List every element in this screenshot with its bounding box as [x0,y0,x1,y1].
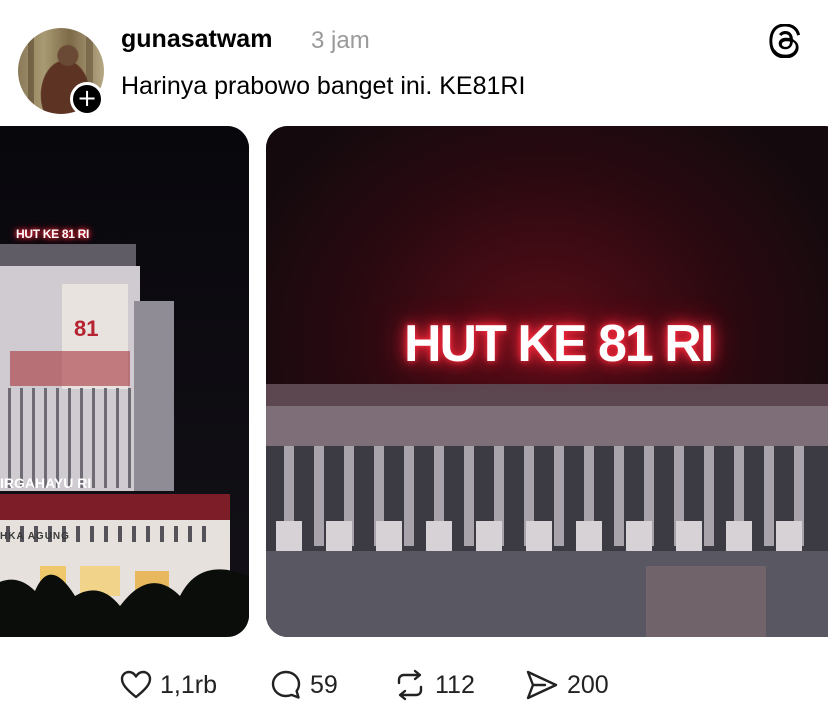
threads-logo-icon [769,24,801,58]
post-text: Harinya prabowo banget ini. KE81RI [121,72,526,100]
repost-count: 112 [435,670,475,699]
follow-button[interactable]: + [70,82,104,116]
comment-icon [271,670,301,699]
like-button[interactable]: 1,1rb [120,665,217,705]
media-image-left[interactable]: 81 HUT KE 81 RI IRGAHAYU RI HKA AGUNG [0,126,249,637]
share-count: 200 [567,670,609,699]
neon-sign-right: HUT KE 81 RI [404,315,714,373]
media-image-right[interactable]: HUT KE 81 RI [266,126,828,637]
repost-icon [397,669,423,701]
timestamp: 3 jam [311,27,370,54]
building-illustration: 81 [0,126,249,637]
neon-sign-left: HUT KE 81 RI [16,227,90,241]
share-button[interactable]: 200 [525,665,609,705]
heart-icon [120,670,152,699]
repost-button[interactable]: 112 [393,665,475,705]
reply-button[interactable]: 59 [270,665,338,705]
like-count: 1,1rb [160,670,217,699]
svg-text:81: 81 [74,316,98,341]
share-icon [526,670,558,700]
action-bar: 1,1rb 59 112 200 [0,665,828,705]
banner-text-left: IRGAHAYU RI [0,475,92,491]
building-text-left: HKA AGUNG [0,531,70,542]
building-closeup-illustration [266,126,828,637]
reply-count: 59 [310,670,338,699]
plus-icon: + [76,84,98,112]
username[interactable]: gunasatwam [121,25,272,54]
